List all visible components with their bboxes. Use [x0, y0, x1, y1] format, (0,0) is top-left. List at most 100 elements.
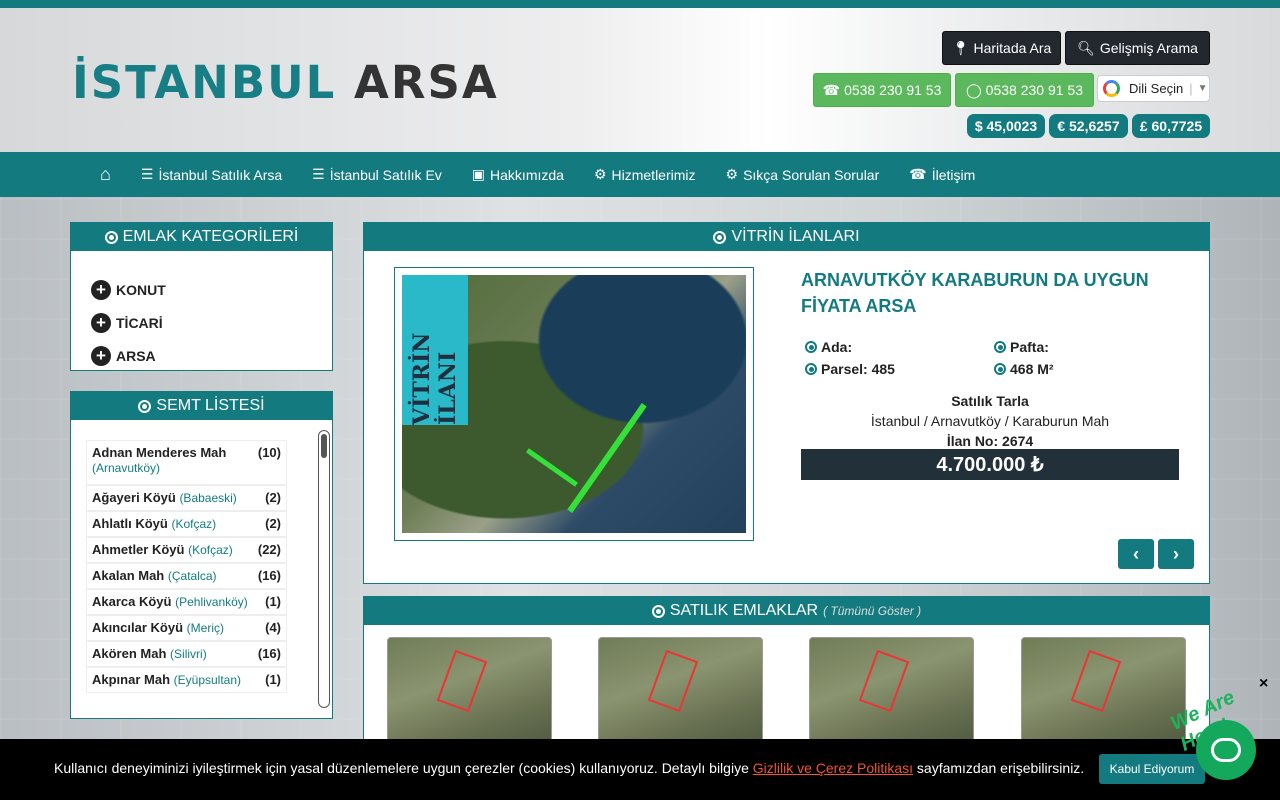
briefcase-icon: ▣: [471, 166, 486, 182]
list-item[interactable]: Akalan Mah (Çatalca) (16): [86, 563, 287, 589]
nav-hakkimizda[interactable]: ▣ Hakkımızda: [472, 166, 564, 183]
vitrin-header: VİTRİN İLANLARI: [364, 223, 1209, 251]
chevron-left-icon: ‹: [1133, 543, 1139, 564]
nav-istanbul-ev[interactable]: ☰ İstanbul Satılık Ev: [312, 166, 442, 183]
semt-district: (Kofçaz): [188, 543, 233, 557]
privacy-policy-link[interactable]: Gizlilik ve Çerez Politikası: [753, 760, 913, 776]
listing-title[interactable]: ARNAVUTKÖY KARABURUN DA UYGUN FİYATA ARS…: [801, 267, 1181, 319]
detail-parsel: Parsel: 485: [805, 361, 895, 377]
whatsapp-label: 0538 230 91 53: [985, 82, 1083, 98]
logo-part2: ARSA: [354, 56, 499, 109]
semt-count: (1): [265, 594, 281, 609]
semt-count: (16): [257, 646, 281, 661]
map-search-button[interactable]: 📍︎ Haritada Ara: [942, 31, 1061, 65]
nav-istanbul-arsa[interactable]: ☰ İstanbul Satılık Arsa: [141, 166, 282, 183]
listing-price: 4.700.000 ₺: [801, 449, 1179, 480]
target-icon: [805, 341, 817, 353]
gear-icon: ⚙: [725, 166, 739, 182]
close-icon[interactable]: ×: [1259, 675, 1268, 693]
listing-location: İstanbul / Arnavutköy / Karaburun Mah: [870, 413, 1110, 429]
listing-number: İlan No: 2674: [946, 433, 1034, 449]
cookie-accept-button[interactable]: Kabul Ediyorum: [1099, 754, 1205, 784]
main-nav: ⌂ ☰ İstanbul Satılık Arsa ☰ İstanbul Satıl…: [0, 152, 1280, 197]
semt-name: Ağayeri Köyü: [92, 490, 176, 505]
detail-area: 468 M²: [994, 361, 1054, 377]
list-item[interactable]: Adnan Menderes Mah (Arnavutköy) (10): [86, 440, 287, 485]
category-arsa[interactable]: + ARSA: [71, 339, 332, 372]
chat-widget-button[interactable]: [1196, 720, 1256, 780]
semt-count: (10): [257, 445, 281, 460]
semt-district: (Meriç): [186, 621, 224, 635]
arrow-marker: [567, 403, 647, 513]
category-ticari[interactable]: + TİCARİ: [71, 306, 332, 339]
semt-name: Ahlatlı Köyü: [92, 516, 168, 531]
categories-panel: EMLAK KATEGORİLERİ + KONUT + TİCARİ + ARSA: [70, 222, 333, 371]
semt-name: Akören Mah: [92, 646, 167, 661]
nav-label: Hakkımızda: [490, 166, 564, 183]
next-button[interactable]: ›: [1158, 539, 1194, 569]
nav-label: İletişim: [931, 166, 976, 183]
semt-name: Adnan Menderes Mah: [92, 445, 227, 460]
semt-count: (2): [265, 516, 281, 531]
nav-sss[interactable]: ⚙ Sıkça Sorulan Sorular: [726, 166, 880, 183]
semt-scrollbar[interactable]: [318, 430, 330, 708]
phone-button[interactable]: ☎ 0538 230 91 53: [813, 73, 951, 107]
google-icon: [1103, 80, 1120, 97]
cookie-text: Kullanıcı deneyiminizi iyileştirmek için…: [54, 760, 1084, 776]
whatsapp-button[interactable]: ◯ 0538 230 91 53: [955, 73, 1094, 107]
list-item[interactable]: Ağayeri Köyü (Babaeski) (2): [86, 485, 287, 511]
satilik-panel: SATILIK EMLAKLAR ( Tümünü Göster ): [363, 596, 1210, 756]
cookie-message-end: sayfamızdan erişebilirsiniz.: [916, 760, 1085, 776]
nav-label: Hizmetlerimiz: [611, 166, 696, 183]
phone-label: 0538 230 91 53: [844, 82, 942, 98]
target-icon: [138, 399, 152, 413]
semt-name: Akalan Mah: [92, 568, 165, 583]
detail-label: 468 M²: [1010, 361, 1054, 377]
semt-district: (Çatalca): [167, 569, 217, 583]
semt-district: (Kofçaz): [171, 517, 217, 531]
search-icon: 🔍︎: [1077, 39, 1095, 56]
satellite-map-image: VİTRİN İLANI: [402, 275, 746, 533]
semt-header: SEMT LİSTESİ: [71, 392, 332, 420]
semt-panel: SEMT LİSTESİ Adnan Menderes Mah (Arnavutk…: [70, 391, 333, 719]
phone-icon: ☎: [822, 81, 841, 98]
scroll-thumb[interactable]: [321, 434, 327, 458]
listing-thumbnail[interactable]: [598, 637, 763, 747]
semt-count: (2): [265, 490, 281, 505]
prev-button[interactable]: ‹: [1118, 539, 1154, 569]
list-item[interactable]: Ahlatlı Köyü (Kofçaz) (2): [86, 511, 287, 537]
target-icon: [104, 230, 118, 244]
map-marker-icon: 📍︎: [951, 39, 970, 56]
home-icon[interactable]: ⌂: [100, 164, 111, 185]
chat-icon: [1211, 738, 1241, 762]
language-label: Dili Seçin: [1129, 81, 1184, 96]
currency-eur: € 52,6257: [1049, 114, 1128, 138]
language-selector[interactable]: Dili Seçin | ▼: [1097, 75, 1210, 102]
list-item[interactable]: Akıncılar Köyü (Meriç) (4): [86, 615, 287, 641]
list-item[interactable]: Akarca Köyü (Pehlivanköy) (1): [86, 589, 287, 615]
category-konut[interactable]: + KONUT: [71, 273, 332, 306]
nav-iletisim[interactable]: ☎ İletişim: [909, 166, 975, 183]
target-icon: [713, 230, 727, 244]
detail-pafta: Pafta:: [994, 339, 1049, 355]
vitrin-image[interactable]: VİTRİN İLANI: [394, 267, 754, 541]
semt-district: (Pehlivanköy): [175, 595, 248, 609]
listing-thumbnail[interactable]: [1021, 637, 1186, 747]
show-all-link[interactable]: ( Tümünü Göster ): [823, 604, 921, 618]
list-icon: ☰: [312, 166, 325, 182]
list-item[interactable]: Akpınar Mah (Eyüpsultan) (1): [86, 667, 287, 693]
nav-hizmetlerimiz[interactable]: ⚙ Hizmetlerimiz: [594, 166, 696, 183]
top-accent-bar: [0, 0, 1280, 8]
list-item[interactable]: Akören Mah (Silivri) (16): [86, 641, 287, 667]
advanced-search-button[interactable]: 🔍︎ Gelişmiş Arama: [1065, 31, 1210, 65]
detail-label: Parsel: 485: [821, 361, 895, 377]
map-search-label: Haritada Ara: [973, 40, 1052, 56]
semt-district: (Babaeski): [179, 491, 237, 505]
list-item[interactable]: Ahmetler Köyü (Kofçaz) (22): [86, 537, 287, 563]
site-logo[interactable]: İSTANBUL ARSA: [72, 60, 499, 105]
listing-thumbnail[interactable]: [809, 637, 974, 747]
categories-header: EMLAK KATEGORİLERİ: [71, 223, 332, 251]
category-label: ARSA: [116, 347, 156, 364]
plus-icon: +: [91, 312, 111, 333]
listing-thumbnail[interactable]: [387, 637, 552, 747]
